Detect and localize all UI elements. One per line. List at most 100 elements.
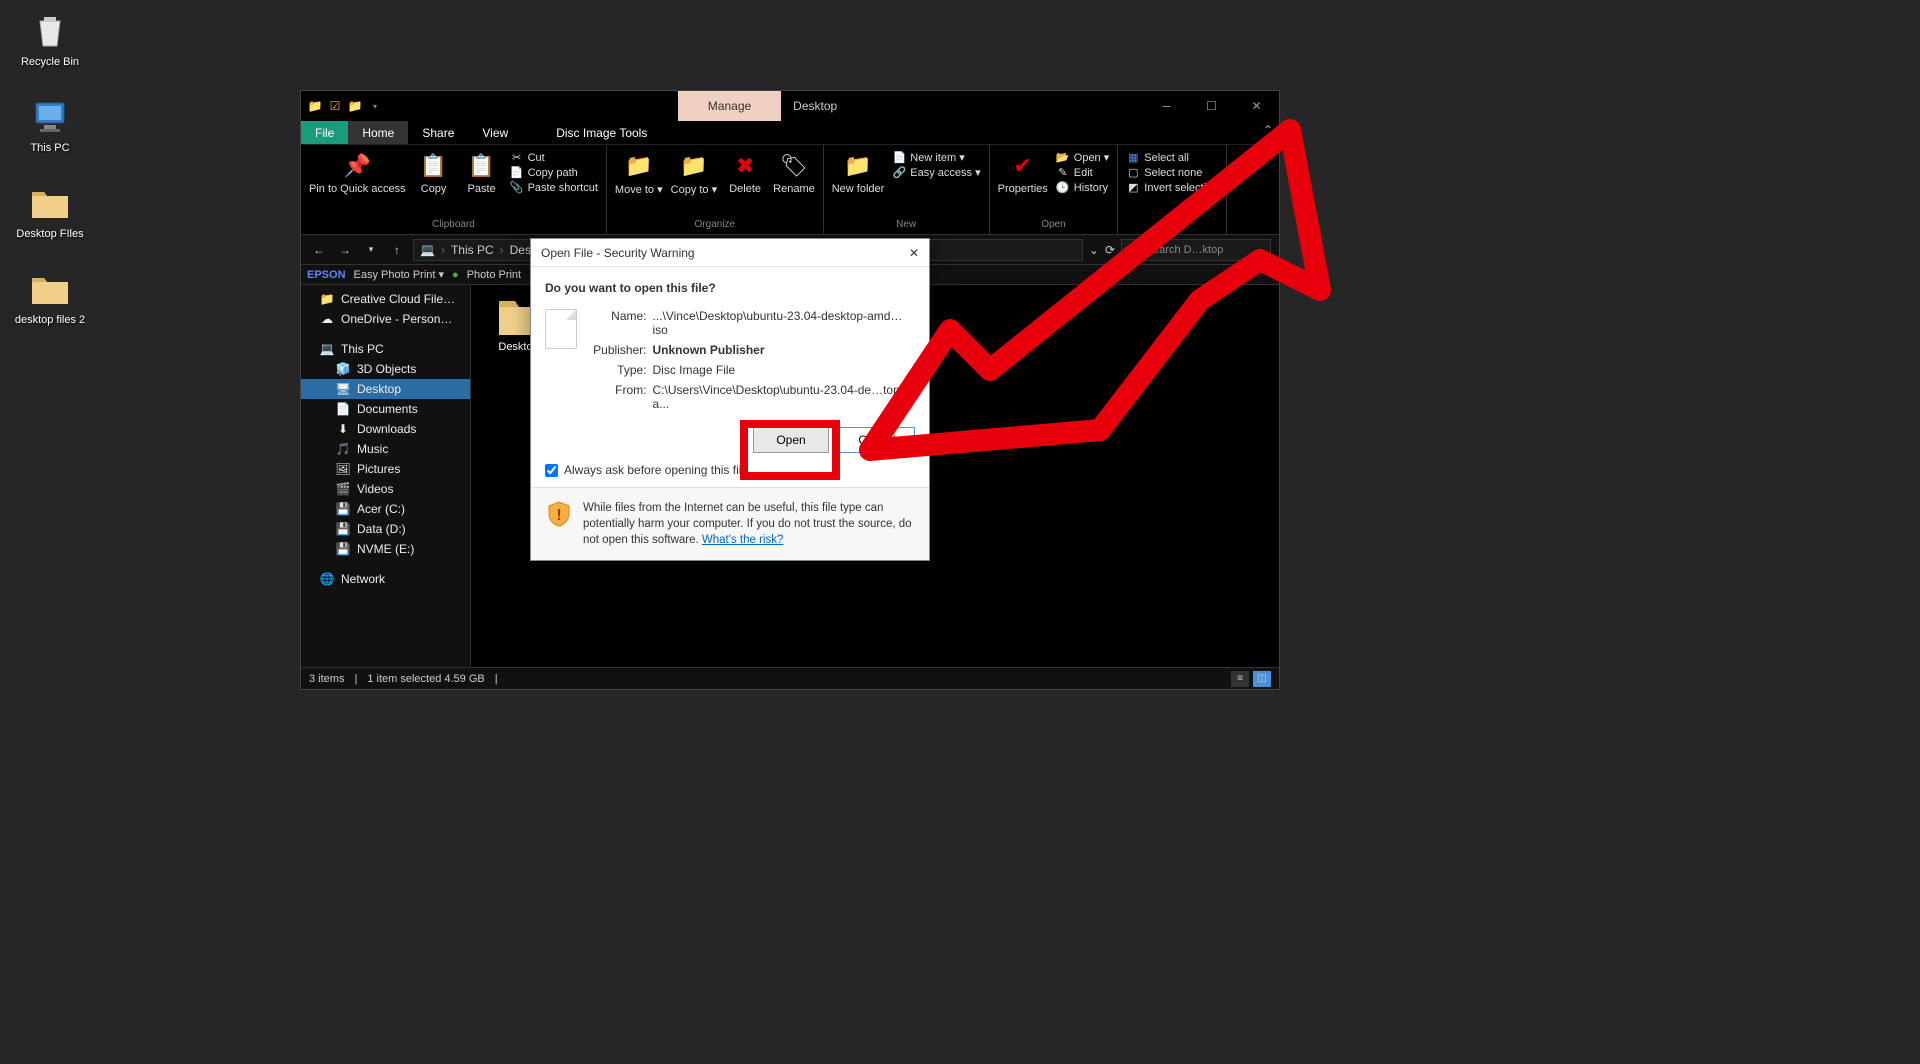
open-file-button[interactable]: Open [753,427,829,453]
back-button[interactable]: ← [309,243,329,257]
close-button[interactable]: ✕ [1234,91,1279,121]
sidebar-item-creative-cloud-file-[interactable]: 📁Creative Cloud File… [301,289,470,309]
delete-button[interactable]: ✖Delete [725,151,765,195]
sidebar-item-3d-objects[interactable]: 🧊3D Objects [301,359,470,379]
sidebar-item-downloads[interactable]: ⬇Downloads [301,419,470,439]
select-none-icon: ▢ [1126,166,1140,179]
ribbon-tab-share[interactable]: Share [408,121,468,144]
sidebar-item-music[interactable]: 🎵Music [301,439,470,459]
folder-icon [29,268,71,310]
file-type-icon [545,309,577,349]
search-input[interactable]: 🔍 Search D…ktop [1121,239,1271,261]
clipboard-group-label: Clipboard [309,219,598,232]
sidebar-item-icon: 📄 [335,402,351,416]
desktop-icon-label: This PC [30,142,69,154]
paste-shortcut-button[interactable]: 📎Paste shortcut [510,181,598,194]
rename-button[interactable]: 🏷Rename [773,151,815,195]
sidebar-item-icon: ☁ [319,312,335,326]
desktop-icon-folder-2[interactable]: desktop files 2 [10,268,90,326]
breadcrumb-root[interactable]: This PC [451,243,494,257]
sidebar-item-this-pc[interactable]: 💻This PC [301,339,470,359]
sidebar-item-onedrive-person-[interactable]: ☁ OneDrive - Person… [301,309,470,329]
sidebar-item-documents[interactable]: 📄Documents [301,399,470,419]
sidebar-item-label: Videos [357,482,393,496]
easy-photo-print-button[interactable]: Easy Photo Print ▾ [354,268,445,281]
qat-checkbox-icon[interactable]: ☑ [327,98,343,114]
type-label: Type: [587,363,647,377]
sidebar-item-icon: 🖥 [335,382,351,396]
select-all-button[interactable]: ▦Select all [1126,151,1218,164]
sidebar: 📁Creative Cloud File… ☁ OneDrive - Person…… [301,285,471,667]
search-placeholder: Search D…ktop [1146,244,1224,256]
photo-print-button[interactable]: Photo Print [467,269,521,281]
sidebar-item-label: Creative Cloud File… [341,292,455,306]
titlebar: 📁 ☑ 📁 ▾ Manage Desktop ─ ☐ ✕ [301,91,1279,121]
forward-button[interactable]: → [335,243,355,257]
move-to-button[interactable]: 📁Move to ▾ [615,151,663,196]
collapse-ribbon-icon[interactable]: ⌃ [1263,123,1273,137]
manage-tab[interactable]: Manage [678,91,781,121]
desktop-icon-folder-1[interactable]: Desktop FIles [10,182,90,240]
minimize-button[interactable]: ─ [1144,91,1189,121]
ribbon-tab-file[interactable]: File [301,121,348,144]
address-dropdown-icon[interactable]: ⌄ [1089,243,1099,257]
dialog-question: Do you want to open this file? [545,281,915,295]
new-item-button[interactable]: 📄New item ▾ [892,151,980,164]
new-folder-button[interactable]: 📁New folder [832,151,885,195]
publisher-value: Unknown Publisher [653,343,915,357]
sidebar-item-icon: 💾 [335,502,351,516]
sidebar-item-acer-c-[interactable]: 💾 Acer (C:) [301,499,470,519]
properties-button[interactable]: ✔Properties [998,151,1048,195]
details-view-button[interactable]: ≡ [1231,671,1249,687]
publisher-label: Publisher: [587,343,647,357]
always-ask-checkbox-input[interactable] [545,464,558,477]
edit-button[interactable]: ✎Edit [1056,166,1110,179]
paste-button[interactable]: 📋Paste [462,151,502,195]
desktop-icon-recycle-bin[interactable]: Recycle Bin [10,10,90,68]
copy-button[interactable]: 📋Copy [414,151,454,195]
copy-path-button[interactable]: 📄Copy path [510,166,598,179]
sidebar-item-label: Acer (C:) [357,502,405,516]
select-none-button[interactable]: ▢Select none [1126,166,1218,179]
icons-view-button[interactable]: ◫ [1253,671,1271,687]
copy-to-button[interactable]: 📁Copy to ▾ [671,151,718,196]
folder-icon [29,182,71,224]
up-button[interactable]: ↑ [387,243,407,257]
maximize-button[interactable]: ☐ [1189,91,1234,121]
dialog-close-button[interactable]: ✕ [909,246,919,260]
photo-print-icon: ● [452,269,459,281]
copy-icon: 📋 [420,151,447,181]
invert-selection-button[interactable]: ◩Invert selection [1126,181,1218,194]
sidebar-item-nvme-e-[interactable]: 💾NVME (E:) [301,539,470,559]
ribbon-tab-home[interactable]: Home [348,121,408,144]
history-button[interactable]: 🕒History [1056,181,1110,194]
recent-button[interactable]: ▾ [361,244,381,255]
cancel-button[interactable]: Cancel [839,427,915,453]
pin-quick-access-button[interactable]: 📌Pin to Quick access [309,151,406,195]
easy-access-button[interactable]: 🔗Easy access ▾ [892,166,980,179]
qat-folder-icon[interactable]: 📁 [347,98,363,114]
sidebar-item-label: Pictures [357,462,400,476]
whats-the-risk-link[interactable]: What's the risk? [702,534,783,546]
ribbon-tab-view[interactable]: View [468,121,522,144]
open-button[interactable]: 📂Open ▾ [1056,151,1110,164]
history-icon: 🕒 [1056,181,1070,194]
always-ask-checkbox[interactable]: Always ask before opening this file [545,463,915,477]
refresh-icon[interactable]: ⟳ [1105,243,1115,257]
sidebar-item-network[interactable]: 🌐Network [301,569,470,589]
cut-button[interactable]: ✂Cut [510,151,598,164]
qat-dropdown-icon[interactable]: ▾ [367,98,383,114]
easy-access-icon: 🔗 [892,166,906,179]
sidebar-item-videos[interactable]: 🎬Videos [301,479,470,499]
sidebar-item-desktop[interactable]: 🖥Desktop [301,379,470,399]
paste-icon: 📋 [468,151,495,181]
desktop-icon-label: Recycle Bin [21,56,79,68]
sidebar-item-data-d-[interactable]: 💾Data (D:) [301,519,470,539]
sidebar-item-pictures[interactable]: 🖼Pictures [301,459,470,479]
sidebar-item-label: OneDrive - Person… [341,312,452,326]
cut-icon: ✂ [510,151,524,164]
statusbar: 3 items | 1 item selected 4.59 GB | ≡ ◫ [301,667,1279,689]
ribbon-tab-disc-image[interactable]: Disc Image Tools [542,121,661,144]
desktop-icon-this-pc[interactable]: This PC [10,96,90,154]
properties-icon: ✔ [1013,151,1031,181]
